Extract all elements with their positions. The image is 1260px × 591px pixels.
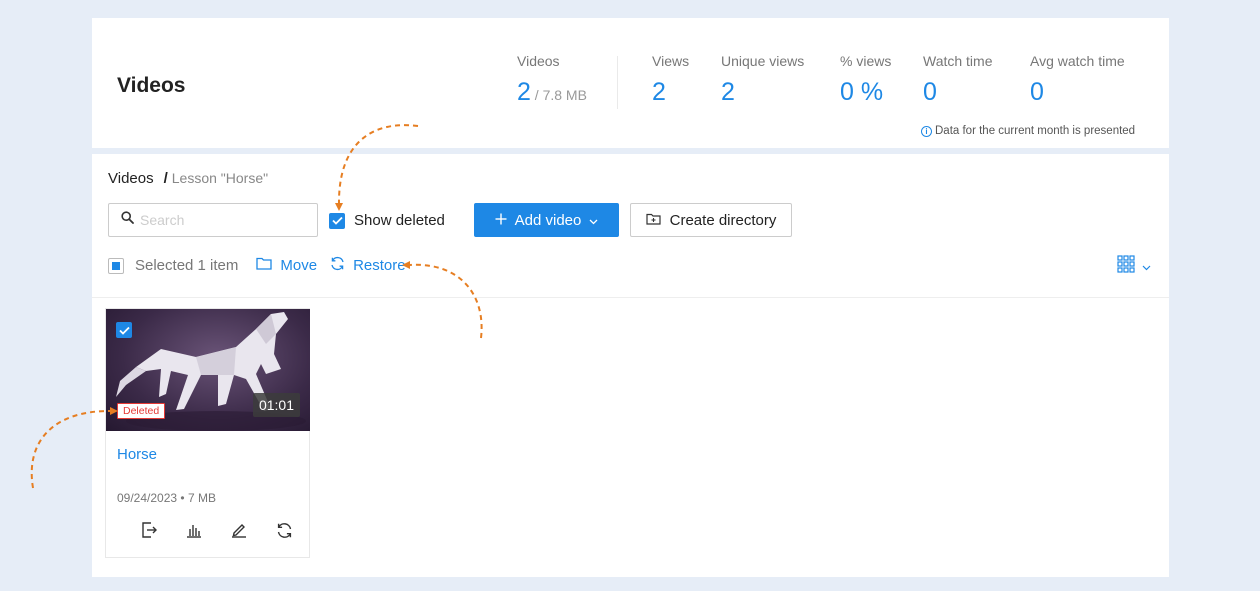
add-video-label: Add video bbox=[514, 211, 582, 229]
move-label: Move bbox=[280, 257, 318, 274]
add-video-button[interactable]: Add video bbox=[474, 203, 619, 237]
stat-label: Watch time bbox=[923, 53, 993, 69]
breadcrumb-separator: / bbox=[163, 170, 168, 187]
folder-plus-icon bbox=[646, 212, 661, 229]
page-title: Videos bbox=[117, 74, 186, 97]
statistics-icon[interactable] bbox=[183, 519, 205, 541]
stat-views: Views 2 bbox=[652, 53, 689, 107]
select-all-checkbox[interactable] bbox=[108, 257, 124, 274]
stat-percent-views: % views 0 % bbox=[840, 53, 891, 107]
create-directory-label: Create directory bbox=[669, 211, 777, 229]
deleted-badge: Deleted bbox=[117, 403, 166, 419]
stat-value: 0 % bbox=[840, 78, 884, 106]
breadcrumb-root[interactable]: Videos bbox=[108, 170, 154, 187]
stat-value: 0 bbox=[923, 78, 937, 106]
stat-value: 2 bbox=[652, 78, 666, 106]
stat-label: Avg watch time bbox=[1030, 53, 1125, 69]
edit-icon[interactable] bbox=[228, 519, 250, 541]
selection-bar: Selected 1 item Move Restore bbox=[108, 256, 419, 275]
show-deleted-toggle[interactable]: Show deleted bbox=[329, 212, 445, 229]
stat-storage: / 7.8 MB bbox=[530, 87, 587, 103]
move-button[interactable]: Move bbox=[256, 257, 317, 274]
video-meta: 09/24/2023 • 7 MB bbox=[117, 491, 216, 505]
restore-icon bbox=[330, 256, 345, 275]
stats-note: i Data for the current month is presente… bbox=[921, 125, 1135, 137]
show-deleted-checkbox[interactable] bbox=[329, 212, 345, 229]
stat-label: Views bbox=[652, 53, 690, 69]
chevron-down-icon bbox=[1142, 258, 1151, 276]
stats-note-text: Data for the current month is presented bbox=[935, 125, 1136, 137]
restore-label: Restore bbox=[353, 257, 406, 274]
stat-value: 2 bbox=[517, 78, 531, 106]
stat-value: 0 bbox=[1030, 78, 1044, 106]
video-date: 09/24/2023 bbox=[117, 491, 178, 505]
video-duration: 01:01 bbox=[252, 393, 300, 417]
selection-count: Selected 1 item bbox=[135, 257, 239, 274]
stat-label: Unique views bbox=[721, 53, 805, 69]
search-input[interactable] bbox=[140, 212, 310, 228]
stat-value: 2 bbox=[721, 78, 735, 106]
stat-label: Videos bbox=[517, 53, 560, 69]
video-size: 7 MB bbox=[187, 491, 216, 505]
info-icon: i bbox=[921, 125, 932, 137]
chevron-down-icon bbox=[589, 212, 598, 229]
video-thumbnail[interactable]: Deleted 01:01 bbox=[106, 309, 310, 431]
meta-separator: • bbox=[180, 491, 188, 505]
stat-videos: Videos 2 / 7.8 MB bbox=[517, 53, 587, 107]
stat-avg-watch-time: Avg watch time 0 bbox=[1030, 53, 1125, 107]
video-select-checkbox[interactable] bbox=[116, 322, 132, 338]
plus-icon bbox=[495, 212, 507, 229]
video-title[interactable]: Horse bbox=[117, 446, 157, 463]
stat-label: % views bbox=[840, 53, 892, 69]
view-mode-toggle[interactable] bbox=[1117, 255, 1151, 278]
show-deleted-label: Show deleted bbox=[354, 212, 445, 229]
search-box[interactable] bbox=[108, 203, 318, 237]
stat-unique-views: Unique views 2 bbox=[721, 53, 804, 107]
breadcrumb-current: Lesson "Horse" bbox=[171, 170, 269, 186]
video-card[interactable]: Deleted 01:01 Horse 09/24/2023 • 7 MB bbox=[105, 308, 310, 558]
search-icon bbox=[121, 211, 134, 229]
stats-header: Videos Videos 2 / 7.8 MB Views 2 Unique … bbox=[92, 18, 1169, 148]
create-directory-button[interactable]: Create directory bbox=[630, 203, 792, 237]
list-divider bbox=[92, 297, 1169, 298]
folder-icon bbox=[256, 257, 273, 274]
restore-icon[interactable] bbox=[273, 519, 295, 541]
export-icon[interactable] bbox=[138, 519, 160, 541]
stat-watch-time: Watch time 0 bbox=[923, 53, 993, 107]
grid-view-icon bbox=[1117, 255, 1135, 278]
video-actions bbox=[138, 519, 295, 541]
video-library: Videos / Lesson "Horse" Show deleted Add… bbox=[92, 154, 1169, 577]
restore-button[interactable]: Restore bbox=[330, 256, 406, 275]
stat-divider bbox=[617, 56, 618, 109]
breadcrumb: Videos / Lesson "Horse" bbox=[108, 170, 268, 187]
